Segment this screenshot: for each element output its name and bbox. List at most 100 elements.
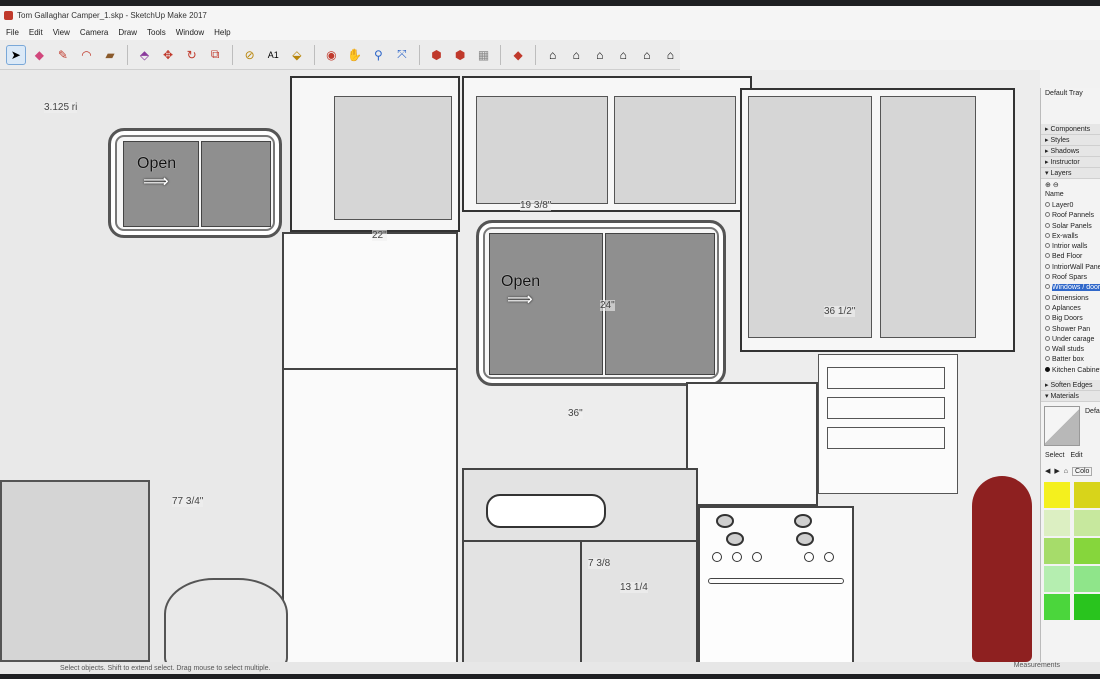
warehouse-icon[interactable]: ⬢ <box>427 45 447 65</box>
material-swatch[interactable] <box>1044 566 1070 593</box>
layer-row[interactable]: Kitchen Cabinet <box>1041 366 1100 376</box>
layer-row[interactable]: Aplances <box>1041 304 1100 314</box>
layer-row[interactable]: Intrior walls <box>1041 242 1100 252</box>
layer-row[interactable]: Roof Spars <box>1041 273 1100 283</box>
menu-draw[interactable]: Draw <box>118 28 137 37</box>
move-icon[interactable]: ✥ <box>158 45 178 65</box>
layer-active-radio[interactable] <box>1045 263 1050 269</box>
layer-active-radio[interactable] <box>1045 304 1050 310</box>
add-layer-icon[interactable]: ⊕ <box>1045 182 1051 189</box>
tray-section-instructor[interactable]: ▸ Instructor <box>1041 157 1100 168</box>
layer-active-radio[interactable] <box>1045 212 1050 218</box>
menu-view[interactable]: View <box>53 28 70 37</box>
home-icon[interactable]: ⌂ <box>1064 468 1068 475</box>
layer-active-radio[interactable] <box>1045 243 1050 249</box>
ruby-icon[interactable]: ◆ <box>508 45 528 65</box>
paint-bucket-icon[interactable]: ⬙ <box>287 45 307 65</box>
back-view-icon[interactable]: ⌂ <box>637 45 657 65</box>
menu-tools[interactable]: Tools <box>147 28 166 37</box>
fridge-door-split <box>284 368 456 370</box>
material-swatch[interactable] <box>1044 510 1070 537</box>
layer-active-radio[interactable] <box>1045 346 1050 352</box>
layer-active-radio[interactable] <box>1045 284 1050 290</box>
layer-row[interactable]: Under carage <box>1041 335 1100 345</box>
text-icon[interactable]: A1 <box>263 45 283 65</box>
push-pull-icon[interactable]: ⬘ <box>135 45 155 65</box>
layer-row[interactable]: Big Doors <box>1041 314 1100 324</box>
menu-camera[interactable]: Camera <box>80 28 108 37</box>
layer-active-radio[interactable] <box>1045 356 1050 362</box>
eraser-icon[interactable]: ◆ <box>30 45 50 65</box>
material-name: Defa <box>1085 408 1100 416</box>
back-icon[interactable]: ◀ <box>1045 467 1050 475</box>
menu-help[interactable]: Help <box>214 28 230 37</box>
extension-icon[interactable]: ▦ <box>474 45 494 65</box>
tab-select[interactable]: Select <box>1045 452 1064 464</box>
tray-section-components[interactable]: ▸ Components <box>1041 124 1100 135</box>
right-view-icon[interactable]: ⌂ <box>614 45 634 65</box>
rectangle-icon[interactable]: ▰ <box>100 45 120 65</box>
layer-row[interactable]: Solar Panels <box>1041 222 1100 232</box>
layer-row[interactable]: Roof Pannels <box>1041 211 1100 221</box>
layer-row[interactable]: IntriorWall Panel <box>1041 263 1100 273</box>
tray-section-layers[interactable]: ▾ Layers <box>1041 168 1100 179</box>
layer-active-radio[interactable] <box>1045 202 1050 207</box>
burner <box>726 532 744 546</box>
material-swatch[interactable] <box>1074 482 1100 509</box>
material-swatch[interactable] <box>1074 566 1100 593</box>
layer-row[interactable]: Shower Pan <box>1041 325 1100 335</box>
rotate-icon[interactable]: ↻ <box>182 45 202 65</box>
left-view-icon[interactable]: ⌂ <box>661 45 681 65</box>
top-view-icon[interactable]: ⌂ <box>566 45 586 65</box>
layer-active-radio[interactable] <box>1045 294 1050 300</box>
material-swatch[interactable] <box>1074 538 1100 565</box>
arc-icon[interactable]: ◠ <box>77 45 97 65</box>
tray-section-materials[interactable]: ▾ Materials <box>1041 391 1100 403</box>
layer-row[interactable]: Dimensions <box>1041 294 1100 304</box>
tray-section-styles[interactable]: ▸ Styles <box>1041 135 1100 146</box>
layer-row[interactable]: Windows / doors <box>1041 283 1100 293</box>
layer-active-radio[interactable] <box>1045 335 1050 341</box>
layer-active-radio[interactable] <box>1045 222 1050 228</box>
material-swatch[interactable] <box>1074 510 1100 537</box>
layer-active-radio[interactable] <box>1045 253 1050 259</box>
tab-edit[interactable]: Edit <box>1070 452 1082 464</box>
material-swatch[interactable] <box>1044 594 1070 621</box>
layer-row[interactable]: Wall studs <box>1041 345 1100 355</box>
zoom-extents-icon[interactable]: ⤧ <box>392 45 412 65</box>
pencil-icon[interactable]: ✎ <box>53 45 73 65</box>
side-cabinet <box>0 480 150 662</box>
layer-row[interactable]: Layer0 <box>1041 201 1100 211</box>
forward-icon[interactable]: ▶ <box>1054 467 1059 475</box>
dimension-label: 22" <box>372 230 387 241</box>
pan-icon[interactable]: ✋ <box>345 45 365 65</box>
remove-layer-icon[interactable]: ⊖ <box>1053 182 1059 189</box>
layer-active-radio[interactable] <box>1045 366 1050 372</box>
front-view-icon[interactable]: ⌂ <box>590 45 610 65</box>
window-pane <box>605 233 715 375</box>
layer-active-radio[interactable] <box>1045 315 1050 321</box>
colors-dropdown[interactable]: Colo <box>1072 466 1093 476</box>
model-viewport[interactable]: Open ⟹ Open ⟹ 3.125 ri 22" 19 3/8" 24" 3… <box>0 70 1040 662</box>
material-swatch[interactable] <box>1074 594 1100 621</box>
orbit-icon[interactable]: ◉ <box>322 45 342 65</box>
menu-file[interactable]: File <box>6 28 19 37</box>
share-model-icon[interactable]: ⬢ <box>450 45 470 65</box>
material-swatch[interactable] <box>1044 482 1070 509</box>
menu-edit[interactable]: Edit <box>29 28 43 37</box>
layer-active-radio[interactable] <box>1045 232 1050 238</box>
scale-icon[interactable]: ⧉ <box>205 45 225 65</box>
layer-active-radio[interactable] <box>1045 274 1050 280</box>
layer-row[interactable]: Bed Floor <box>1041 252 1100 262</box>
layer-row[interactable]: Ex-walls <box>1041 232 1100 242</box>
tray-section-soften-edges[interactable]: ▸ Soften Edges <box>1041 380 1100 392</box>
iso-view-icon[interactable]: ⌂ <box>543 45 563 65</box>
menu-window[interactable]: Window <box>176 28 204 37</box>
select-icon[interactable]: ➤ <box>6 44 26 65</box>
material-swatch[interactable] <box>1044 538 1070 565</box>
zoom-icon[interactable]: ⚲ <box>369 45 389 65</box>
tray-section-shadows[interactable]: ▸ Shadows <box>1041 146 1100 157</box>
tape-measure-icon[interactable]: ⊘ <box>240 45 260 65</box>
layer-active-radio[interactable] <box>1045 325 1050 331</box>
layer-row[interactable]: Batter box <box>1041 355 1100 365</box>
